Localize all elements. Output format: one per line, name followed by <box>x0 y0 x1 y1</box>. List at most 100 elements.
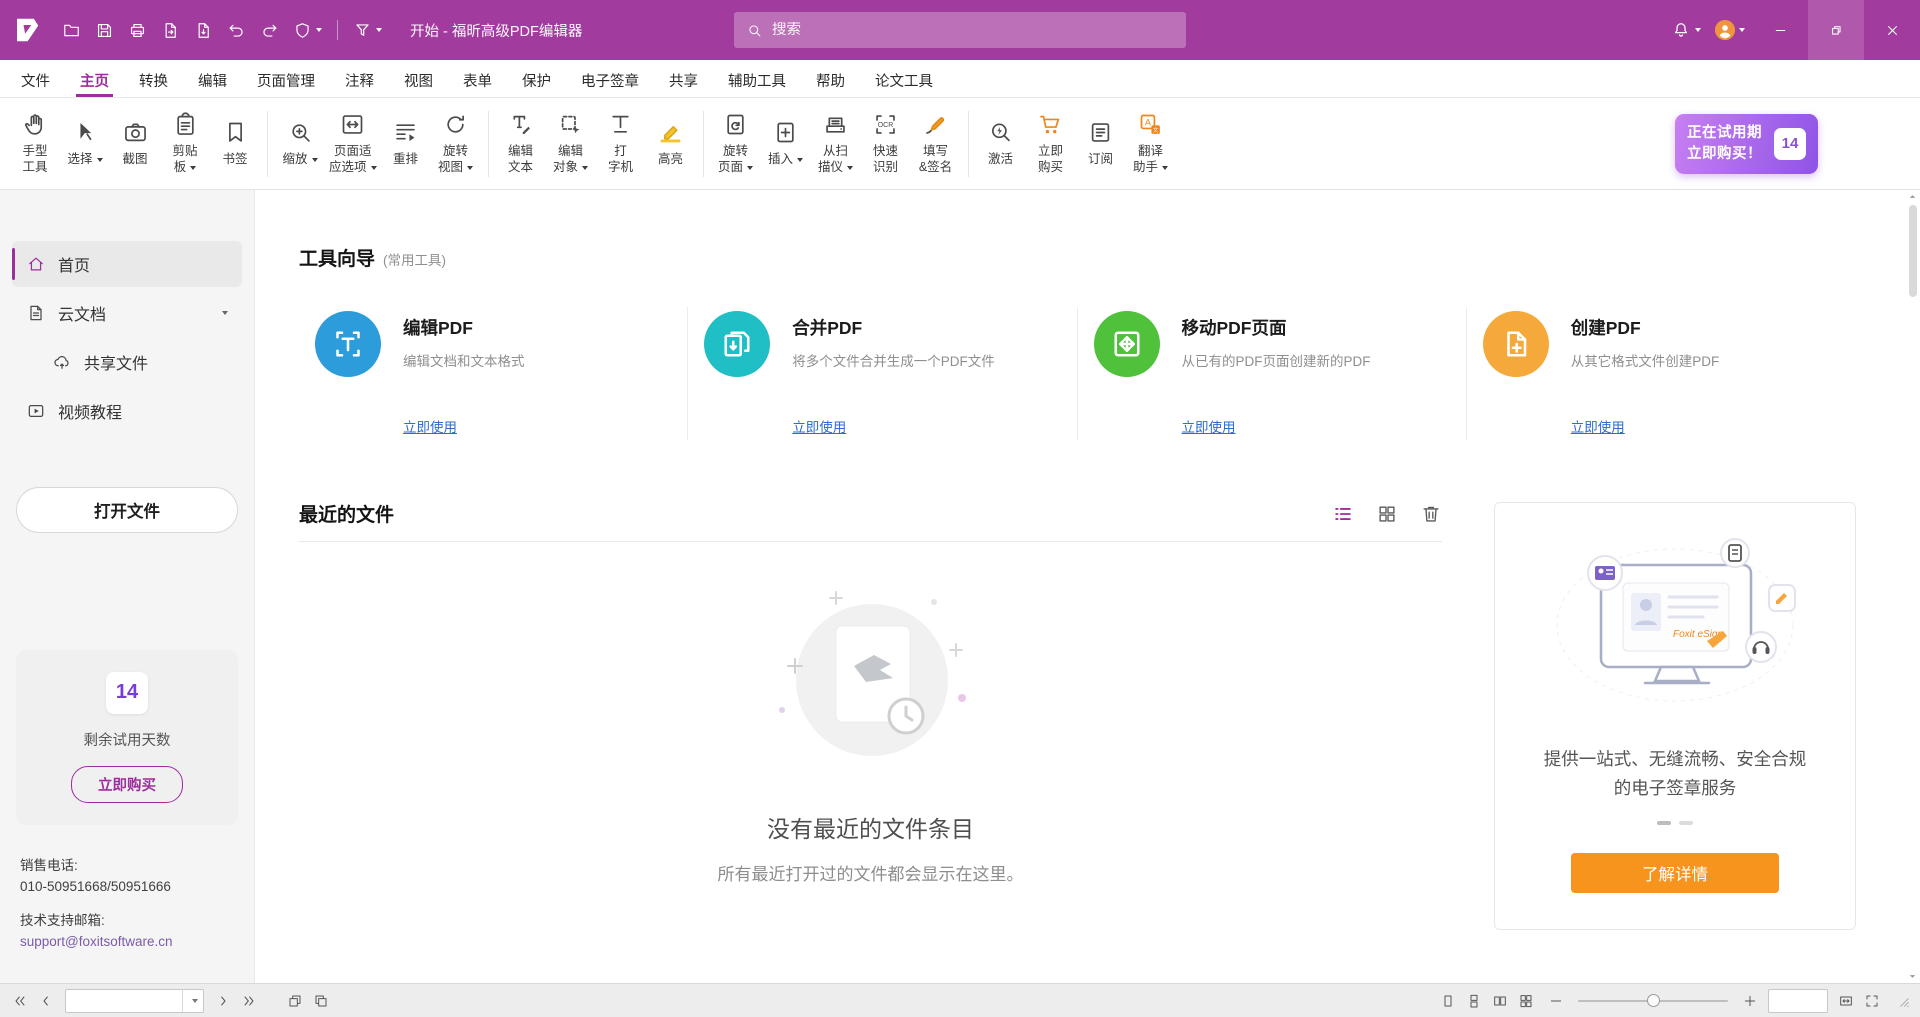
ribbon-rotate-view[interactable]: 旋转视图 <box>431 106 481 180</box>
minimize-button[interactable] <box>1752 0 1808 60</box>
ribbon-subscribe[interactable]: 订阅 <box>1076 114 1126 173</box>
zoom-input[interactable] <box>1769 990 1827 1012</box>
ribbon-rotate-pages[interactable]: 旋转页面 <box>711 106 761 180</box>
open-file-button[interactable]: 打开文件 <box>16 487 238 533</box>
redo-button[interactable] <box>254 16 285 45</box>
search-box[interactable] <box>734 12 1186 48</box>
facing-button[interactable] <box>1488 989 1512 1013</box>
content-scrollbar[interactable] <box>1906 190 1919 983</box>
use-now-link[interactable]: 立即使用 <box>792 416 846 436</box>
facing-continuous-button[interactable] <box>1514 989 1538 1013</box>
single-page-button[interactable] <box>1436 989 1460 1013</box>
sidebar-item-video-tutorials[interactable]: 视频教程 <box>12 388 242 434</box>
menu-edit[interactable]: 编辑 <box>183 60 242 97</box>
use-now-link[interactable]: 立即使用 <box>1571 416 1625 436</box>
carousel-dots[interactable] <box>1657 821 1693 825</box>
ribbon-fill-sign[interactable]: 填写&签名 <box>911 106 961 180</box>
page-number-box[interactable] <box>65 989 204 1013</box>
list-view-button[interactable] <box>1332 503 1354 525</box>
scroll-down-icon[interactable] <box>1907 971 1918 982</box>
zoom-in-button[interactable] <box>1738 989 1762 1013</box>
ribbon-bookmark[interactable]: 书签 <box>210 114 260 173</box>
prev-page-button[interactable] <box>34 989 58 1013</box>
ribbon-clipboard[interactable]: 剪贴板 <box>160 106 210 180</box>
use-now-link[interactable]: 立即使用 <box>403 416 457 436</box>
last-page-button[interactable] <box>237 989 261 1013</box>
page-number-input[interactable] <box>66 990 182 1012</box>
ribbon-zoom[interactable]: 缩放 <box>275 114 325 173</box>
zoom-out-button[interactable] <box>1544 989 1568 1013</box>
zoom-slider[interactable] <box>1578 991 1728 1011</box>
ribbon-insert[interactable]: 插入 <box>761 114 811 173</box>
first-page-button[interactable] <box>8 989 32 1013</box>
scroll-up-icon[interactable] <box>1907 191 1918 202</box>
trial-buy-banner[interactable]: 正在试用期 立即购买！ 14 <box>1675 113 1818 173</box>
ribbon-from-scanner[interactable]: 从扫描仪 <box>811 106 861 180</box>
ribbon-hand-tool[interactable]: 手型工具 <box>10 106 60 180</box>
use-now-link[interactable]: 立即使用 <box>1182 416 1236 436</box>
search-input[interactable] <box>772 22 1174 38</box>
grid-view-button[interactable] <box>1376 503 1398 525</box>
next-page-button[interactable] <box>211 989 235 1013</box>
folder-open-button[interactable] <box>56 16 87 45</box>
ribbon-select-label: 选择 <box>67 152 102 168</box>
menu-accessibility[interactable]: 辅助工具 <box>713 60 801 97</box>
sidebar-item-cloud-docs[interactable]: 云文档 <box>12 290 242 336</box>
menu-comment[interactable]: 注释 <box>330 60 389 97</box>
learn-more-button[interactable]: 了解详情 <box>1571 853 1779 893</box>
ribbon-highlight[interactable]: 高亮 <box>646 114 696 173</box>
notifications-button[interactable] <box>1664 14 1708 46</box>
ribbon-snapshot[interactable]: 截图 <box>110 114 160 173</box>
menu-protect[interactable]: 保护 <box>507 60 566 97</box>
sidebar-item-shared-files[interactable]: 共享文件 <box>38 339 242 385</box>
fit-width-button[interactable] <box>1834 989 1858 1013</box>
prev-view-button[interactable] <box>283 989 307 1013</box>
zoom-value-box[interactable] <box>1768 989 1828 1013</box>
menu-page-manage[interactable]: 页面管理 <box>242 60 330 97</box>
menu-file[interactable]: 文件 <box>6 60 65 97</box>
scrollbar-thumb[interactable] <box>1909 205 1917 297</box>
ribbon-page-fit-options[interactable]: 页面适应选项 <box>325 106 381 180</box>
ribbon-select[interactable]: 选择 <box>60 114 110 173</box>
tool-card-desc: 从已有的PDF页面创建新的PDF <box>1182 352 1442 392</box>
undo-button[interactable] <box>221 16 252 45</box>
clear-recent-button[interactable] <box>1420 503 1442 525</box>
ribbon-activate[interactable]: 激活 <box>976 114 1026 173</box>
funnel-button[interactable] <box>347 16 388 45</box>
ribbon-quick-ocr[interactable]: OCR快速识别 <box>861 106 911 180</box>
menu-esign[interactable]: 电子签章 <box>566 60 654 97</box>
ribbon-reflow[interactable]: 重排 <box>381 114 431 173</box>
ribbon-edit-object[interactable]: 编辑对象 <box>546 106 596 180</box>
ribbon-buy-now[interactable]: 立即购买 <box>1026 106 1076 180</box>
zoom-slider-thumb[interactable] <box>1647 994 1660 1007</box>
ribbon-edit-text[interactable]: 编辑文本 <box>496 106 546 180</box>
page-list-button[interactable] <box>182 990 203 1012</box>
menu-convert[interactable]: 转换 <box>124 60 183 97</box>
sidebar-item-home[interactable]: 首页 <box>12 241 242 287</box>
save-button[interactable] <box>89 16 120 45</box>
import-doc-button[interactable] <box>188 16 219 45</box>
print-button[interactable] <box>122 16 153 45</box>
continuous-button[interactable] <box>1462 989 1486 1013</box>
ribbon-translate-assistant[interactable]: A文翻译助手 <box>1126 106 1176 180</box>
menu-home[interactable]: 主页 <box>65 60 124 97</box>
close-button[interactable] <box>1864 0 1920 60</box>
menu-share[interactable]: 共享 <box>654 60 713 97</box>
menu-help[interactable]: 帮助 <box>801 60 860 97</box>
buy-now-button[interactable]: 立即购买 <box>71 766 183 803</box>
export-pdf-button[interactable] <box>155 16 186 45</box>
menu-form[interactable]: 表单 <box>448 60 507 97</box>
support-email-link[interactable]: support@foxitsoftware.cn <box>20 931 234 953</box>
shield-button[interactable] <box>287 16 328 45</box>
chevron-down-icon[interactable] <box>222 311 228 315</box>
ribbon-typewriter[interactable]: 打字机 <box>596 106 646 180</box>
account-button[interactable] <box>1708 14 1752 46</box>
restore-button[interactable] <box>1808 0 1864 60</box>
menu-paper-tools[interactable]: 论文工具 <box>860 60 948 97</box>
next-view-button[interactable] <box>309 989 333 1013</box>
resize-grip-icon[interactable] <box>1894 992 1912 1010</box>
ribbon: 手型工具选择截图剪贴板书签缩放页面适应选项重排旋转视图编辑文本编辑对象打字机高亮… <box>0 98 1920 190</box>
menu-view[interactable]: 视图 <box>389 60 448 97</box>
fullscreen-button[interactable] <box>1860 989 1884 1013</box>
svg-text:OCR: OCR <box>878 122 894 129</box>
